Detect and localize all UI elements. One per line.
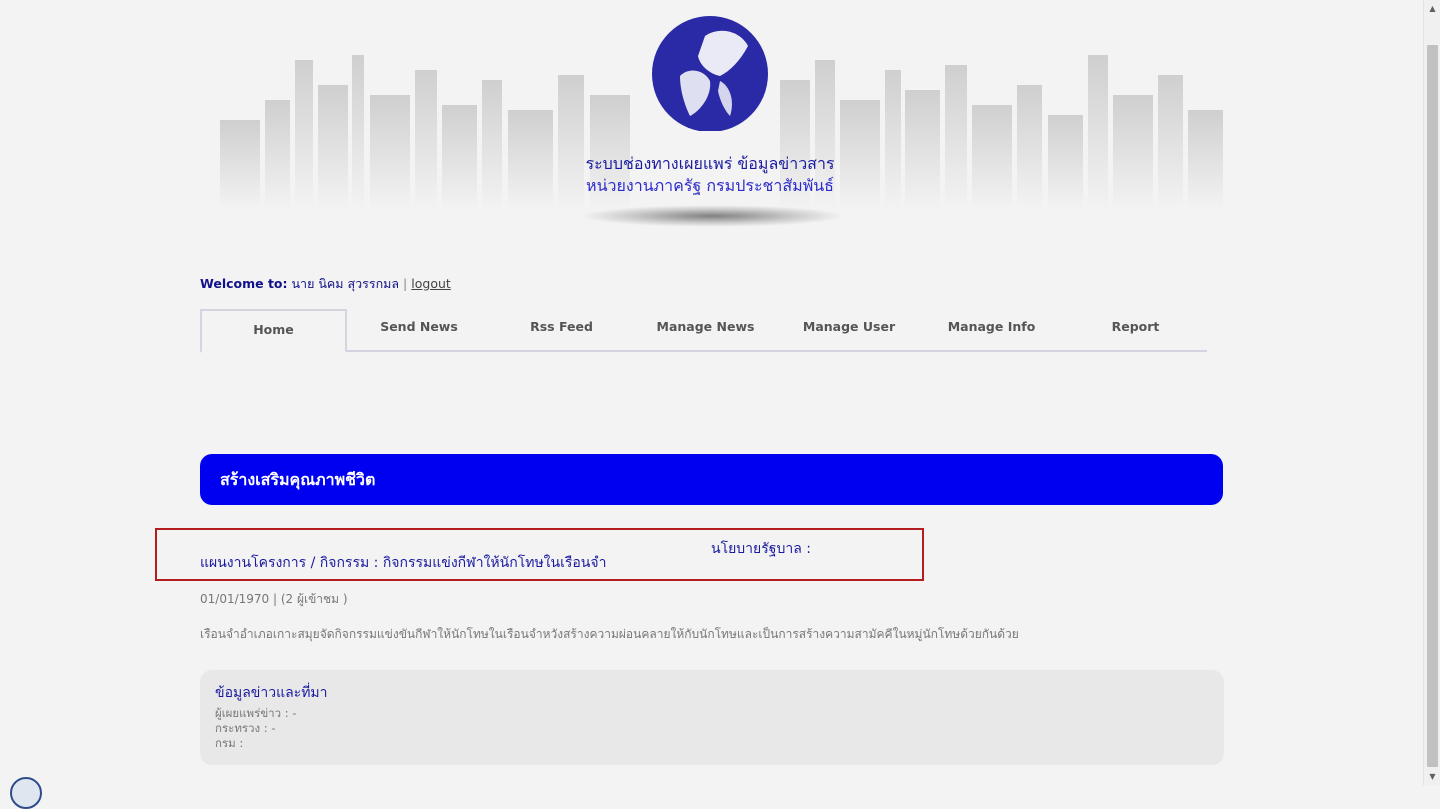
separator: | [403, 276, 408, 291]
site-title-line2: หน่วยงานภาครัฐ กรมประชาสัมพันธ์ [586, 176, 834, 195]
vertical-scrollbar[interactable]: ▲ ▼ [1423, 0, 1440, 785]
header-banner: ระบบช่องทางเผยแพร่ ข้อมูลข่าวสาร หน่วยงา… [220, 0, 1223, 240]
scroll-down-arrow-icon[interactable]: ▼ [1424, 768, 1440, 785]
article-description: เรือนจำอำเภอเกาะสมุยจัดกิจกรรมแข่งขันกีฬ… [200, 627, 1019, 641]
info-department: กรม : [215, 736, 244, 750]
scroll-thumb[interactable] [1427, 45, 1438, 767]
article-meta: 01/01/1970 | (2 ผู้เข้าชม ) [200, 592, 348, 606]
project-title: แผนงานโครงการ / กิจกรรม : กิจกรรมแข่งกีฬ… [200, 555, 607, 571]
tab-manage-news[interactable]: Manage News [632, 309, 779, 352]
tab-send-news[interactable]: Send News [347, 309, 491, 352]
section-heading: สร้างเสริมคุณภาพชีวิต [200, 454, 1223, 505]
info-title: ข้อมูลข่าวและที่มา [215, 685, 328, 701]
info-ministry: กระทรวง : - [215, 721, 276, 735]
user-name: นาย นิคม สุวรรกมล [291, 276, 400, 291]
tab-rss-feed[interactable]: Rss Feed [491, 309, 632, 352]
tab-manage-user[interactable]: Manage User [779, 309, 919, 352]
policy-label: นโยบายรัฐบาล : [711, 541, 811, 557]
logout-link[interactable]: logout [411, 276, 451, 291]
source-info-box: ข้อมูลข่าวและที่มา ผู้เผยแพร่ข่าว : - กร… [200, 670, 1224, 765]
floating-widget-icon[interactable] [10, 777, 42, 809]
main-nav-tabs: Home Send News Rss Feed Manage News Mana… [200, 309, 1207, 353]
scroll-up-arrow-icon[interactable]: ▲ [1424, 0, 1440, 17]
info-publisher: ผู้เผยแพร่ข่าว : - [215, 706, 297, 720]
welcome-bar: Welcome to: นาย นิคม สุวรรกมล | logout [200, 274, 451, 294]
logo-shadow [580, 205, 845, 227]
tab-manage-info[interactable]: Manage Info [919, 309, 1064, 352]
tab-report[interactable]: Report [1064, 309, 1207, 352]
tab-home[interactable]: Home [200, 309, 347, 353]
welcome-label: Welcome to: [200, 276, 288, 291]
site-title-line1: ระบบช่องทางเผยแพร่ ข้อมูลข่าวสาร [585, 154, 835, 173]
department-logo [652, 16, 768, 131]
